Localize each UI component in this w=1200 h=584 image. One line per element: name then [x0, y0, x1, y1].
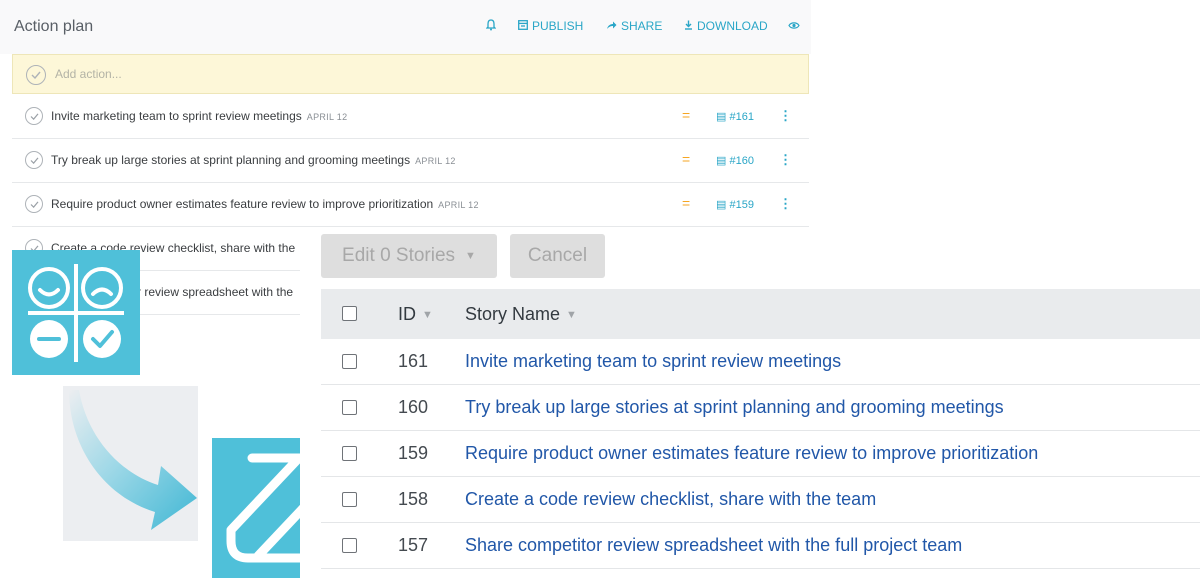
table-row[interactable]: 157 Share competitor review spreadsheet … — [321, 523, 1200, 569]
complete-toggle-icon[interactable] — [25, 195, 43, 213]
action-item-date: APRIL 12 — [438, 200, 479, 210]
publish-icon — [518, 19, 528, 33]
row-checkbox[interactable] — [342, 354, 357, 369]
priority-icon[interactable]: = — [682, 195, 690, 211]
action-item-title: Invite marketing team to sprint review m… — [51, 109, 302, 123]
priority-icon[interactable]: = — [682, 107, 690, 123]
complete-toggle-icon[interactable] — [25, 107, 43, 125]
select-all-checkbox[interactable] — [342, 306, 357, 321]
story-link[interactable]: ▤ #161 — [716, 110, 754, 123]
cancel-button[interactable]: Cancel — [510, 234, 605, 278]
action-item-title: Require product owner estimates feature … — [51, 197, 434, 211]
story-name-link[interactable]: Require product owner estimates feature … — [465, 443, 1038, 464]
row-checkbox[interactable] — [342, 400, 357, 415]
story-name-link[interactable]: Share competitor review spreadsheet with… — [465, 535, 962, 556]
action-item[interactable]: Try break up large stories at sprint pla… — [12, 139, 809, 183]
edit-stories-label: Edit 0 Stories — [342, 245, 456, 266]
download-label: DOWNLOAD — [697, 19, 768, 33]
action-item-date: APRIL 12 — [306, 112, 348, 122]
add-action-input[interactable]: Add action... — [55, 67, 122, 81]
story-name-column-label: Story Name — [465, 304, 561, 324]
edit-stories-button[interactable]: Edit 0 Stories ▼ — [321, 234, 497, 278]
action-item-date: APRIL 12 — [415, 156, 456, 166]
sort-caret-icon: ▼ — [566, 309, 577, 321]
story-id: 158 — [398, 489, 429, 509]
share-icon — [606, 19, 617, 33]
caret-down-icon: ▼ — [465, 250, 476, 262]
table-row[interactable]: 158 Create a code review checklist, shar… — [321, 477, 1200, 523]
stories-table-header: ID ▼ Story Name ▼ — [321, 289, 1200, 339]
action-item-text: Try break up large stories at sprint pla… — [51, 153, 456, 167]
link-icon: ▤ — [716, 199, 727, 211]
download-icon — [684, 19, 693, 33]
story-name-link[interactable]: Invite marketing team to sprint review m… — [465, 351, 841, 372]
eye-icon[interactable] — [788, 19, 800, 33]
transition-arrow-icon — [63, 386, 198, 541]
add-action-row[interactable]: Add action... — [12, 54, 809, 94]
story-id: 157 — [398, 535, 429, 555]
download-button[interactable]: DOWNLOAD — [684, 19, 768, 33]
action-item-text: Require product owner estimates feature … — [51, 197, 479, 211]
priority-icon[interactable]: = — [682, 151, 690, 167]
complete-toggle-icon[interactable] — [25, 151, 43, 169]
table-row[interactable]: 160 Try break up large stories at sprint… — [321, 385, 1200, 431]
stories-panel: Edit 0 Stories ▼ Cancel ID ▼ Story Name ▼ 1… — [300, 231, 1200, 584]
table-row[interactable]: 161 Invite marketing team to sprint revi… — [321, 339, 1200, 385]
bell-icon[interactable] — [485, 19, 497, 34]
action-item-text: Invite marketing team to sprint review m… — [51, 109, 347, 123]
share-label: SHARE — [621, 19, 663, 33]
story-id: 160 — [398, 397, 429, 417]
publish-label: PUBLISH — [532, 19, 584, 33]
action-item-title: Try break up large stories at sprint pla… — [51, 153, 411, 167]
publish-button[interactable]: PUBLISH — [518, 19, 583, 33]
more-options-icon[interactable]: ⋮ — [779, 108, 792, 124]
more-options-icon[interactable]: ⋮ — [779, 196, 792, 212]
story-ref: #160 — [729, 155, 754, 167]
page-title: Action plan — [14, 18, 94, 35]
sort-caret-icon: ▼ — [422, 309, 433, 321]
action-item[interactable]: Require product owner estimates feature … — [12, 183, 809, 227]
old-app-logo — [12, 250, 140, 375]
row-checkbox[interactable] — [342, 446, 357, 461]
story-id: 161 — [398, 351, 429, 371]
story-link[interactable]: ▤ #160 — [716, 154, 754, 167]
story-name-link[interactable]: Try break up large stories at sprint pla… — [465, 397, 1004, 418]
table-row[interactable]: 159 Require product owner estimates feat… — [321, 431, 1200, 477]
id-column-label: ID — [398, 304, 416, 324]
story-ref: #161 — [729, 111, 754, 123]
action-item-title: r review spreadsheet with the — [137, 285, 294, 299]
row-checkbox[interactable] — [342, 538, 357, 553]
story-name-column-header[interactable]: Story Name ▼ — [465, 304, 577, 325]
share-button[interactable]: SHARE — [606, 19, 662, 33]
story-ref: #159 — [729, 199, 754, 211]
story-link[interactable]: ▤ #159 — [716, 198, 754, 211]
row-checkbox[interactable] — [342, 492, 357, 507]
link-icon: ▤ — [716, 111, 727, 123]
action-plan-header: Action plan PUBLISH SHARE DOWNLOAD — [0, 0, 811, 54]
check-circle-icon — [26, 65, 46, 85]
id-column-header[interactable]: ID ▼ — [398, 304, 433, 325]
action-item[interactable]: Invite marketing team to sprint review m… — [12, 95, 809, 139]
story-id: 159 — [398, 443, 429, 463]
story-name-link[interactable]: Create a code review checklist, share wi… — [465, 489, 876, 510]
more-options-icon[interactable]: ⋮ — [779, 152, 792, 168]
link-icon: ▤ — [716, 155, 727, 167]
